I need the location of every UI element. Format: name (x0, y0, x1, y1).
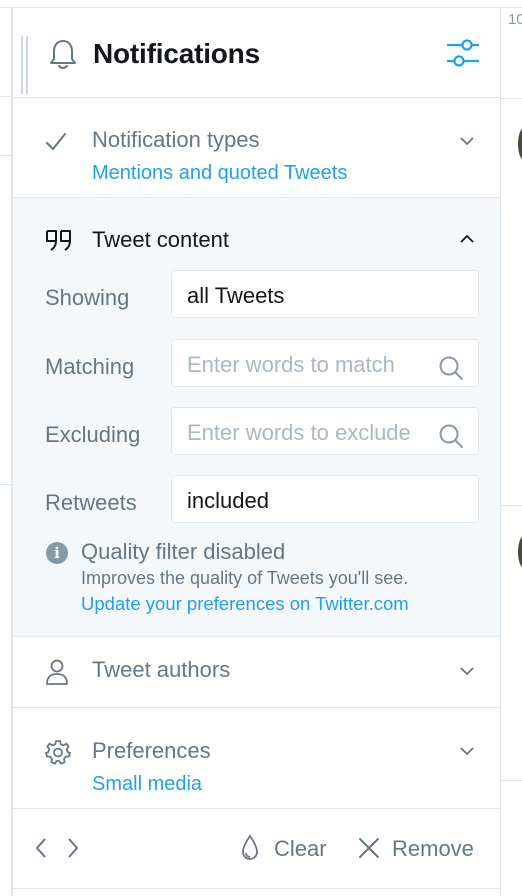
quality-filter-link[interactable]: Update your preferences on Twitter.com (81, 593, 409, 615)
showing-select[interactable]: all Tweets (171, 270, 479, 318)
showing-value: all Tweets (187, 283, 285, 308)
divider (0, 155, 11, 156)
chevron-down-icon[interactable] (459, 746, 475, 756)
clear-button[interactable]: Clear (274, 836, 327, 862)
divider (501, 98, 522, 99)
preferences-value[interactable]: Small media (92, 773, 202, 796)
divider (0, 96, 11, 97)
excluding-placeholder: Enter words to exclude (187, 420, 411, 445)
chevron-down-icon[interactable] (459, 136, 475, 146)
column-settings-panel: Notifications Notification types Mention… (12, 8, 501, 896)
gear-icon (45, 740, 71, 765)
notification-types-title: Notification types (92, 127, 260, 152)
checkmark-icon (46, 133, 66, 150)
retweets-label: Retweets (45, 490, 137, 515)
chevron-down-icon[interactable] (459, 666, 475, 676)
preferences-title: Preferences (92, 738, 211, 763)
retweets-select[interactable]: included (171, 475, 479, 523)
search-icon (439, 424, 463, 448)
quality-filter-title: Quality filter disabled (81, 539, 286, 564)
preferences-section[interactable]: Preferences Small media (13, 708, 500, 809)
remove-button[interactable]: Remove (392, 836, 474, 862)
divider (501, 505, 522, 506)
search-icon (439, 356, 463, 380)
tweet-content-section: Tweet content Showing all Tweets Matchin… (13, 198, 500, 637)
matching-placeholder: Enter words to match (187, 352, 395, 377)
chevron-up-icon[interactable] (459, 234, 475, 244)
divider (0, 484, 11, 485)
quote-icon (46, 230, 71, 251)
excluding-label: Excluding (45, 422, 141, 447)
quality-filter-description: Improves the quality of Tweets you'll se… (81, 568, 409, 588)
column-footer: Clear Remove (13, 808, 500, 889)
tweet-authors-title: Tweet authors (92, 657, 231, 682)
notification-types-value[interactable]: Mentions and quoted Tweets (92, 162, 347, 185)
column-number-right: 10 (508, 11, 522, 28)
chevron-left-icon[interactable] (33, 836, 49, 860)
tweet-content-title: Tweet content (92, 227, 229, 252)
chevron-right-icon[interactable] (65, 836, 81, 860)
bell-icon (50, 40, 76, 69)
showing-label: Showing (45, 285, 130, 310)
close-icon[interactable] (358, 837, 380, 859)
column-header: Notifications (13, 8, 500, 98)
excluding-input[interactable]: Enter words to exclude (171, 407, 479, 455)
matching-input[interactable]: Enter words to match (171, 339, 479, 387)
notification-types-section[interactable]: Notification types Mentions and quoted T… (13, 98, 500, 198)
sliders-icon[interactable] (445, 36, 481, 70)
matching-label: Matching (45, 354, 135, 379)
droplet-icon[interactable] (240, 834, 260, 862)
column-title: Notifications (93, 38, 260, 69)
retweets-value: included (187, 488, 269, 513)
tweet-authors-section[interactable]: Tweet authors (13, 637, 500, 708)
previous-column (0, 8, 12, 896)
info-icon: i (46, 542, 68, 564)
divider (501, 780, 522, 781)
person-icon (46, 659, 68, 685)
